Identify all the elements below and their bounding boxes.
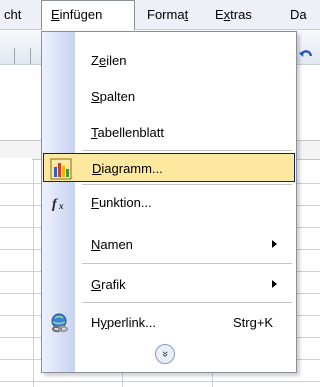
chart-icon <box>50 158 72 180</box>
toolbar-separator <box>14 48 15 64</box>
svg-text:x: x <box>58 201 64 211</box>
undo-icon[interactable] <box>298 48 314 62</box>
menu-item-grafik[interactable]: Grafik <box>43 270 295 299</box>
menu-format[interactable]: Format <box>147 0 188 30</box>
menu-daten[interactable]: Da <box>290 0 307 30</box>
menu-item-tabellenblatt[interactable]: Tabellenblatt <box>43 118 295 147</box>
menu-item-label: Diagramm... <box>92 161 163 176</box>
toolbar-separator <box>30 48 31 64</box>
hyperlink-icon <box>51 313 68 333</box>
menu-item-label: Namen <box>91 237 133 252</box>
menu-item-label: Funktion... <box>91 195 152 210</box>
menu-item-label: Tabellenblatt <box>91 125 164 140</box>
menu-item-funktion[interactable]: f x Funktion... <box>43 188 295 217</box>
submenu-arrow-icon <box>272 240 277 248</box>
chevron-double-down-icon[interactable]: » <box>155 344 175 364</box>
svg-text:f: f <box>52 197 58 212</box>
menu-einfuegen-label: Einfügen <box>51 7 103 22</box>
einfuegen-dropdown-menu: Zeilen Spalten Tabellenblatt Diagramm...… <box>41 31 297 373</box>
submenu-arrow-icon <box>272 280 277 288</box>
menu-item-namen[interactable]: Namen <box>43 230 295 259</box>
menu-item-label: Spalten <box>91 89 136 104</box>
menu-ansicht[interactable]: cht <box>4 0 21 30</box>
menu-item-label: Hyperlink... <box>91 315 157 330</box>
function-icon: f x <box>52 197 64 212</box>
menu-item-spalten[interactable]: Spalten <box>43 82 295 111</box>
menu-einfuegen[interactable]: Einfügen <box>41 0 135 31</box>
menu-item-diagramm[interactable]: Diagramm... <box>43 153 295 182</box>
menu-item-label: Grafik <box>91 277 126 292</box>
menu-item-hyperlink[interactable]: Hyperlink... Strg+K <box>43 308 295 337</box>
menu-item-zeilen[interactable]: Zeilen <box>43 46 295 75</box>
grid-line <box>0 381 320 382</box>
menu-separator <box>82 150 292 151</box>
menu-separator <box>82 184 292 185</box>
menu-item-label: Zeilen <box>91 53 127 68</box>
row-header-area <box>0 158 32 387</box>
menu-bar: cht Einfügen Format Extras Da <box>0 0 320 31</box>
menu-separator <box>82 302 292 303</box>
menu-separator <box>82 263 292 264</box>
grid-line <box>33 158 34 387</box>
menu-extras[interactable]: Extras <box>215 0 252 30</box>
menu-item-shortcut: Strg+K <box>233 315 274 330</box>
